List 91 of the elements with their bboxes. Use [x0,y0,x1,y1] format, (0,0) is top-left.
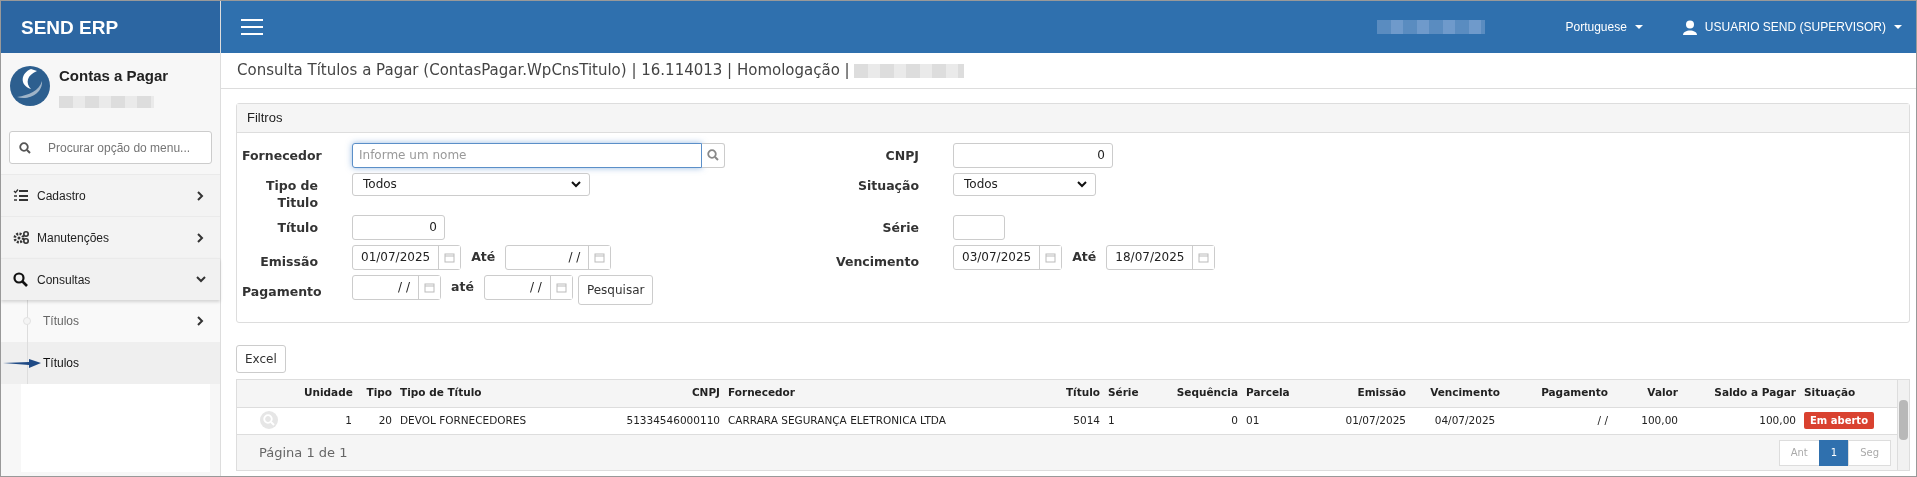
select-field[interactable]: Todos [352,172,590,196]
brand-logo: SEND ERP [1,1,220,53]
search-icon [707,149,719,161]
panel-title: Filtros [237,104,1909,133]
search-button[interactable] [702,142,725,168]
menu-item[interactable]: Cadastro [1,174,220,216]
date-field[interactable]: 01/07/2025 [352,244,462,270]
menu-item[interactable]: Consultas [1,258,220,300]
menu-search-field[interactable]: Procurar opção do menu... [9,131,212,164]
field-label: Vencimento [834,252,919,271]
date-field[interactable]: / / [352,274,441,300]
table-cell: 5014 [1060,407,1104,434]
chevron-right-icon [196,190,206,201]
table-cell: CARRARA SEGURANÇA ELETRONICA LTDA [724,407,1060,434]
field-label: Emissão [259,252,318,271]
column-header: Série [1104,380,1150,407]
input-field[interactable]: 0 [352,214,445,240]
table-cell: 1 [300,407,356,434]
field-label: Série [881,218,919,237]
table-cell: 01/07/2025 [1300,407,1410,434]
date-field[interactable]: 18/07/2025 [1106,244,1216,270]
column-header: Saldo a Pagar [1682,380,1800,407]
input-field[interactable]: 0 [953,142,1113,168]
column-header: Tipo de Título [396,380,600,407]
table-cell: / / [1520,407,1612,434]
user-dropdown[interactable]: USUARIO SEND (SUPERVISOR) [1682,18,1902,36]
caret-icon [1894,25,1902,29]
field-label: Até [1072,247,1097,266]
column-header: Situação [1800,380,1898,407]
page-title: Consulta Títulos a Pagar (ContasPagar.WpCnsTitulo) | 16.114013 | Homologação | [237,60,850,82]
table-cell: 1 [1104,407,1150,434]
date-field[interactable]: / / [483,274,573,300]
field-label: Situação [856,176,919,195]
excel-button[interactable]: Excel [236,345,286,373]
table-cell: 01 [1242,407,1300,434]
submenu-item[interactable]: Títulos [1,342,220,384]
search-icon [262,413,275,426]
table-cell: 100,00 [1612,407,1682,434]
checklist-icon [13,188,29,203]
module-name: Contas a Pagar [59,66,169,86]
field-label: Título [276,218,318,237]
search-button[interactable]: Pesquisar [577,274,654,305]
column-header: Título [1060,380,1104,407]
column-header: Pagamento [1520,380,1612,407]
input-field[interactable] [953,214,1005,240]
module-logo [9,65,51,107]
column-header: CNPJ [600,380,724,407]
column-header: Emissão [1300,380,1410,407]
table-cell: 100,00 [1682,407,1800,434]
gears-icon [13,230,29,245]
date-field[interactable]: 03/07/2025 [953,244,1063,270]
table-cell: 20 [356,407,396,434]
chevron-down-icon [1077,180,1087,188]
column-header: Sequência [1150,380,1242,407]
tree-node-icon [23,317,31,325]
status-badge: Em aberto [1804,411,1874,429]
table-cell: 51334546000110 [600,407,724,434]
field-label: Tipo de Titulo [264,176,318,211]
page-info: Página 1 de 1 [259,443,348,462]
column-header: Parcela [1242,380,1300,407]
search-icon [13,272,29,287]
field-label: Até [471,247,496,266]
user-icon [1682,19,1697,35]
language-dropdown[interactable]: Portuguese [1565,18,1643,36]
calendar-icon[interactable] [424,281,435,293]
input-field[interactable]: Informe um nome [352,142,702,168]
column-header: Unidade [300,380,356,407]
search-icon [19,142,31,154]
caret-icon [1634,25,1643,29]
table-cell: 0 [1150,407,1242,434]
menu-item[interactable]: Manutenções [1,216,220,258]
calendar-icon[interactable] [1045,251,1057,263]
chevron-down-icon [196,274,206,285]
field-label: até [451,277,474,296]
chevron-down-icon [571,180,581,188]
column-header: Tipo [356,380,396,407]
column-header: Fornecedor [724,380,1060,407]
table-cell: DEVOL FORNECEDORES [396,407,600,434]
table-cell: 04/07/2025 [1410,407,1520,434]
field-label: CNPJ [884,146,919,165]
menu-icon[interactable] [241,18,263,36]
chevron-right-icon [196,232,206,243]
calendar-icon[interactable] [594,251,606,263]
calendar-icon[interactable] [444,251,456,263]
select-field[interactable]: Todos [953,172,1096,196]
column-header: Vencimento [1410,380,1520,407]
view-button[interactable] [259,410,278,429]
calendar-icon[interactable] [555,281,567,293]
calendar-icon[interactable] [1198,251,1210,263]
date-field[interactable]: / / [505,244,612,270]
column-header: Valor [1612,380,1682,407]
